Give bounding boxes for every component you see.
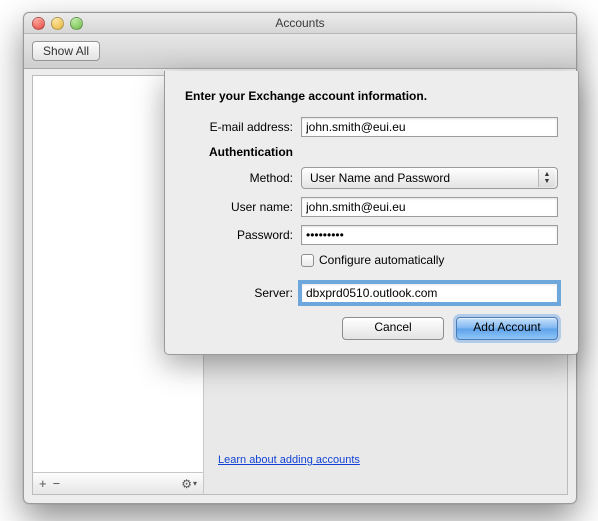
show-all-button[interactable]: Show All	[32, 41, 100, 61]
username-label: User name:	[185, 200, 293, 214]
cancel-button[interactable]: Cancel	[342, 317, 444, 340]
close-window-button[interactable]	[32, 17, 45, 30]
chevron-down-icon: ▾	[193, 479, 197, 488]
configure-auto-checkbox[interactable]	[301, 254, 314, 267]
actions-menu-button[interactable]: ⚙ ▾	[181, 477, 197, 491]
email-input[interactable]	[301, 117, 558, 137]
email-label: E-mail address:	[185, 120, 293, 134]
dialog-buttons: Cancel Add Account	[185, 317, 558, 340]
password-row: Password:	[185, 225, 558, 245]
updown-arrows-icon: ▲▼	[538, 169, 555, 187]
accounts-window: Accounts Show All + − ⚙ ▾ Add an Account…	[23, 12, 577, 504]
exchange-account-sheet: Enter your Exchange account information.…	[164, 71, 579, 355]
zoom-window-button[interactable]	[70, 17, 83, 30]
sidebar-footer: + − ⚙ ▾	[33, 472, 203, 494]
method-row: Method: User Name and Password ▲▼	[185, 167, 558, 189]
server-row: Server:	[185, 283, 558, 303]
traffic-lights	[32, 17, 83, 30]
titlebar: Accounts	[24, 13, 576, 34]
learn-link[interactable]: Learn about adding accounts	[218, 454, 360, 466]
username-input[interactable]	[301, 197, 558, 217]
method-value: User Name and Password	[310, 171, 450, 185]
toolbar: Show All	[24, 34, 576, 69]
password-input[interactable]	[301, 225, 558, 245]
password-label: Password:	[185, 228, 293, 242]
sheet-title: Enter your Exchange account information.	[185, 89, 558, 103]
window-title: Accounts	[275, 16, 324, 30]
minimize-window-button[interactable]	[51, 17, 64, 30]
configure-auto-label: Configure automatically	[319, 253, 444, 267]
username-row: User name:	[185, 197, 558, 217]
add-account-button[interactable]: +	[39, 476, 47, 491]
server-input[interactable]	[301, 283, 558, 303]
method-select[interactable]: User Name and Password ▲▼	[301, 167, 558, 189]
remove-account-button[interactable]: −	[53, 476, 61, 491]
email-row: E-mail address:	[185, 117, 558, 137]
add-account-button-primary[interactable]: Add Account	[456, 317, 558, 340]
gear-icon: ⚙	[181, 477, 192, 491]
auth-section-label: Authentication	[209, 145, 558, 159]
configure-auto-row: Configure automatically	[301, 253, 558, 267]
method-label: Method:	[185, 171, 293, 185]
server-label: Server:	[185, 286, 293, 300]
